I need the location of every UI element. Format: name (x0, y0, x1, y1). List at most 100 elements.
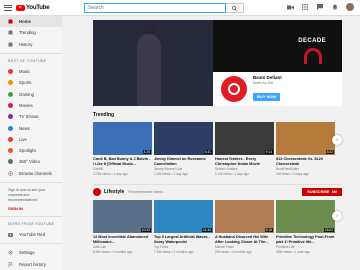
video-card[interactable]: 4:29 Cardi B, Bad Bunny & J Balvin - I Li… (93, 122, 152, 176)
sidebar-item-youtube-red[interactable]: YouTube Red (0, 229, 62, 240)
messages-icon[interactable] (316, 3, 324, 11)
video-title[interactable]: Jimmy Kimmel on Roseanne Cancellation (154, 157, 213, 166)
sidebar-item-label: Report history (19, 261, 46, 267)
video-card[interactable]: 6:41 Jimmy Kimmel on Roseanne Cancellatio… (154, 122, 213, 176)
video-channel[interactable]: CardiB (93, 167, 152, 171)
hamburger-menu-icon[interactable] (4, 4, 12, 11)
video-title[interactable]: 12 Most Incredible Abandoned Millionaire… (93, 235, 152, 244)
video-card[interactable]: 8:02 $13 Cheesesteak Vs. $120 Cheesesteak… (276, 122, 335, 176)
hero-channel-name[interactable]: Beats Defiant (253, 75, 282, 80)
video-title[interactable]: A Husband Divorced His Wife After Lookin… (215, 235, 274, 244)
sidebar-item-settings[interactable]: Settings (0, 247, 62, 258)
video-thumbnail[interactable]: 11:44 (154, 200, 213, 233)
sidebar-item-report-history[interactable]: Report history (0, 258, 62, 269)
video-channel[interactable]: AAA Lab (93, 245, 152, 249)
video-channel[interactable]: BuzzFeedVideo (276, 167, 335, 171)
lifestyle-channel-icon[interactable] (93, 188, 101, 196)
video-card[interactable]: 15:02 Primitive Technology Pool-Front par… (276, 200, 335, 254)
sidebar-item-label: Gaming (19, 91, 35, 97)
plus-circle-icon (8, 170, 13, 176)
sidebar-item-360-video[interactable]: 360° Video (0, 156, 62, 167)
video-duration: 6:41 (203, 150, 212, 154)
sidebar-item-browse-channels[interactable]: Browse channels (0, 168, 62, 179)
video-thumbnail[interactable]: 8:02 (276, 122, 335, 155)
video-channel[interactable]: Top Fives (154, 245, 213, 249)
upload-camera-icon[interactable] (286, 3, 294, 11)
video-title[interactable]: Honest Trailers - Every Christopher Nola… (215, 157, 274, 166)
sidebar-item-label: 360° Video (19, 159, 40, 165)
video-duration: 8:02 (325, 150, 334, 154)
buy-now-button[interactable]: BUY NOW (253, 92, 281, 101)
video-meta: 1.1M views • 1 day ago (215, 172, 249, 177)
video-channel[interactable]: Minute Facts (215, 245, 274, 249)
sidebar-item-spotlight[interactable]: Spotlight (0, 145, 62, 156)
video-meta: 4M views • 3 days ago (276, 172, 309, 177)
video-channel[interactable]: Jimmy Kimmel Live (154, 167, 213, 171)
video-title[interactable]: Primitive Technology Pool-Front part 1! … (276, 235, 335, 244)
video-thumbnail[interactable]: 10:33 (93, 200, 152, 233)
video-channel[interactable]: Primitive Life (276, 245, 335, 249)
sidebar-item-home[interactable]: Home (0, 16, 62, 28)
sidebar-item-music[interactable]: Music (0, 66, 62, 77)
sidebar-item-live[interactable]: Live (0, 134, 62, 145)
trending-next-arrow[interactable]: › (332, 135, 342, 145)
headphone-graphic (304, 48, 322, 64)
video-thumbnail[interactable]: 4:29 (93, 122, 152, 155)
subscribe-button[interactable]: SUBSCRIBE 6M (302, 188, 342, 196)
trending-shelf-title[interactable]: Trending (93, 112, 114, 118)
sidebar-item-label: TV Shows (19, 114, 39, 120)
sidebar-item-history[interactable]: History (0, 39, 62, 50)
video-card[interactable]: 11:44 Top 5 Largest Artificial Waves - Sc… (154, 200, 213, 254)
channel-icon (8, 69, 13, 75)
hero-banner: DECADE Beats Defiant Beats by Dre BUY NO… (93, 20, 342, 106)
channel-icon (8, 125, 13, 131)
hero-ad-image[interactable]: DECADE (213, 20, 342, 72)
hero-video-thumbnail[interactable] (93, 20, 213, 106)
lifestyle-subtitle: Recommended videos (128, 190, 164, 194)
video-thumbnail[interactable]: 8:16 (215, 200, 274, 233)
search-input[interactable] (84, 3, 226, 13)
channel-icon (8, 136, 13, 142)
video-title[interactable]: Top 5 Largest Artificial Waves - Scary W… (154, 235, 213, 244)
sidebar-item-movies[interactable]: Movies (0, 100, 62, 111)
sidebar-section-more: MORE FROM YOUTUBE (8, 222, 55, 227)
lifestyle-shelf-header: Lifestyle Recommended videos SUBSCRIBE 6… (93, 184, 342, 196)
sidebar-item-tv-shows[interactable]: TV Shows (0, 111, 62, 122)
lifestyle-row: 10:33 12 Most Incredible Abandoned Millio… (93, 200, 335, 254)
search-button[interactable] (226, 3, 244, 13)
beats-logo-icon[interactable] (221, 76, 247, 102)
sidebar-item-label: Music (19, 69, 31, 75)
video-meta: 30M views • 1 year ago (276, 250, 311, 255)
channel-icon (8, 80, 13, 86)
video-card[interactable]: 10:33 12 Most Incredible Abandoned Millio… (93, 200, 152, 254)
sidebar-divider (0, 52, 62, 54)
notifications-bell-icon[interactable] (331, 3, 339, 11)
sidebar-item-sports[interactable]: Sports (0, 77, 62, 88)
lifestyle-title[interactable]: Lifestyle (104, 189, 124, 195)
hero-ad-text: DECADE (298, 38, 326, 44)
sidebar-item-gaming[interactable]: Gaming (0, 88, 62, 99)
hero-figure-body (137, 34, 161, 106)
apps-grid-icon[interactable] (301, 3, 309, 11)
video-title[interactable]: $13 Cheesesteak Vs. $120 Cheesesteak (276, 157, 335, 166)
sidebar-item-label: Spotlight (19, 148, 36, 154)
sidebar-item-trending[interactable]: Trending (0, 27, 62, 38)
video-card[interactable]: 9:14 Honest Trailers - Every Christopher … (215, 122, 274, 176)
avatar[interactable] (346, 3, 354, 11)
sidebar-divider (0, 243, 62, 245)
sidebar-item-news[interactable]: News (0, 122, 62, 133)
video-meta: 8.6M views • 3 months ago (93, 250, 133, 255)
video-meta: 1.6M views • 1 day ago (154, 172, 188, 177)
video-thumbnail[interactable]: 9:14 (215, 122, 274, 155)
sidebar-signin-link[interactable]: SIGN IN (0, 205, 62, 213)
video-card[interactable]: 8:16 A Husband Divorced His Wife After Lo… (215, 200, 274, 254)
sidebar-item-label: Settings (19, 250, 35, 256)
video-thumbnail[interactable]: 6:41 (154, 122, 213, 155)
video-title[interactable]: Cardi B, Bad Bunny & J Balvin - I Like I… (93, 157, 152, 166)
youtube-logo[interactable]: YouTube (16, 4, 50, 11)
flame-icon (8, 30, 13, 35)
lifestyle-next-arrow[interactable]: › (332, 211, 342, 221)
video-thumbnail[interactable]: 15:02 (276, 200, 335, 233)
video-channel[interactable]: Screen Junkies (215, 167, 274, 171)
signin-prompt: Sign in now to see your channels and rec… (8, 187, 46, 202)
